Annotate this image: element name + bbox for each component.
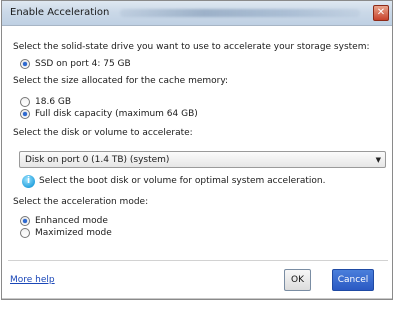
disk-dropdown-value: Disk on port 0 (1.4 TB) (system) xyxy=(25,155,170,165)
disk-dropdown[interactable]: Disk on port 0 (1.4 TB) (system) ▼ xyxy=(19,151,386,168)
ssd-prompt: Select the solid-state drive you want to… xyxy=(13,42,370,52)
footer-divider xyxy=(8,260,388,261)
mode-option-label: Maximized mode xyxy=(35,228,112,238)
window-title: Enable Acceleration xyxy=(10,7,110,18)
close-button[interactable]: ✕ xyxy=(373,5,389,21)
mode-prompt: Select the acceleration mode: xyxy=(13,197,149,207)
size-option-label: Full disk capacity (maximum 64 GB) xyxy=(35,109,198,119)
info-icon: i xyxy=(22,174,35,188)
mode-enhanced-radio[interactable]: Enhanced mode xyxy=(20,215,108,227)
dialog-content: Select the solid-state drive you want to… xyxy=(2,26,392,299)
radio-selected-icon[interactable] xyxy=(20,109,30,119)
close-icon: ✕ xyxy=(376,7,386,18)
more-help-link[interactable]: More help xyxy=(10,275,55,285)
radio-selected-icon[interactable] xyxy=(20,59,30,69)
size-prompt: Select the size allocated for the cache … xyxy=(13,76,229,86)
disk-prompt: Select the disk or volume to accelerate: xyxy=(13,128,193,138)
radio-unselected-icon[interactable] xyxy=(20,228,30,238)
radio-selected-icon[interactable] xyxy=(20,216,30,226)
size-option-full-radio[interactable]: Full disk capacity (maximum 64 GB) xyxy=(20,108,198,120)
ok-button[interactable]: OK xyxy=(284,269,311,291)
size-option-label: 18.6 GB xyxy=(35,97,72,107)
ssd-option-label: SSD on port 4: 75 GB xyxy=(35,59,131,69)
info-hint: i Select the boot disk or volume for opt… xyxy=(22,174,325,188)
title-bar[interactable]: Enable Acceleration ✕ xyxy=(2,1,392,26)
size-option-18gb-radio[interactable]: 18.6 GB xyxy=(20,96,71,108)
enable-acceleration-dialog: Enable Acceleration ✕ Select the solid-s… xyxy=(1,0,393,300)
ssd-option-radio[interactable]: SSD on port 4: 75 GB xyxy=(20,58,131,70)
mode-option-label: Enhanced mode xyxy=(35,216,108,226)
mode-maximized-radio[interactable]: Maximized mode xyxy=(20,227,112,239)
cancel-button[interactable]: Cancel xyxy=(332,269,374,291)
chevron-down-icon[interactable]: ▼ xyxy=(376,156,381,164)
info-text: Select the boot disk or volume for optim… xyxy=(39,176,326,186)
radio-unselected-icon[interactable] xyxy=(20,97,30,107)
background-window-title-blur xyxy=(120,9,360,17)
